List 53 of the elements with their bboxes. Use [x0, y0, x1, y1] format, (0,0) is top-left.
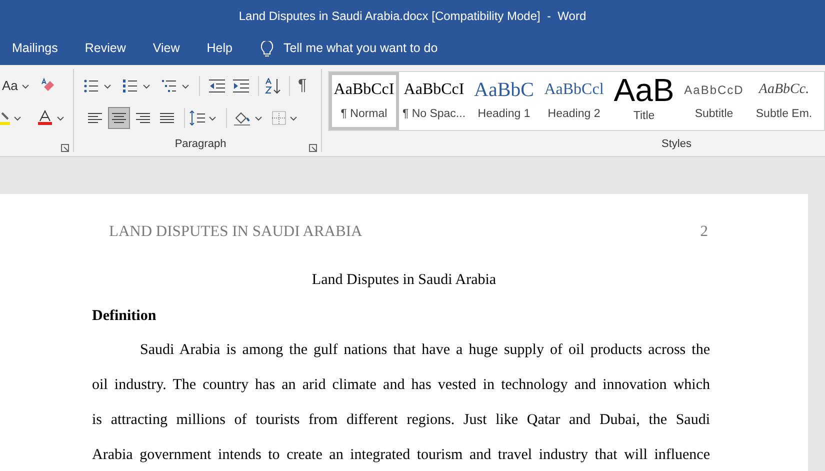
style-item[interactable]: AaBbCcI ¶ Normal [329, 72, 399, 130]
paragraph-line: oil industry. The country has an arid climate and has vested in technology and innovation which [92, 377, 710, 396]
style-item[interactable]: AaBbCcD Subtitle [679, 72, 749, 130]
align-lines-icon [112, 112, 126, 124]
increase-indent-icon[interactable] [233, 79, 249, 93]
dropdown-caret-icon[interactable] [255, 116, 262, 120]
dropdown-caret-icon[interactable] [143, 84, 150, 88]
dropdown-caret-icon[interactable] [182, 84, 189, 88]
align-lines-icon [136, 112, 150, 124]
shading-bucket-icon[interactable] [233, 110, 251, 126]
sort-icon[interactable] [265, 78, 281, 94]
decrease-indent-icon[interactable] [209, 79, 225, 93]
eraser-icon[interactable] [40, 78, 57, 94]
tell-me-search[interactable]: Tell me what you want to do [283, 39, 438, 58]
paragraph-line: Saudi Arabia is among the gulf nations that have a huge supply of oil products across the [139, 342, 710, 360]
paragraph-line: is attracting millions of tourists from different regions. Just like Qatar and Dubai, the Saudi [92, 412, 710, 430]
align-lines-icon [88, 112, 102, 124]
dropdown-caret-icon[interactable] [290, 116, 297, 120]
document-title: Land Disputes in Saudi Arabia [312, 272, 496, 288]
show-formatting-button[interactable]: ¶ [298, 74, 307, 98]
ribbon-tab[interactable]: Review [84, 39, 126, 58]
align-lines-icon [160, 112, 174, 124]
lightbulb-icon [261, 40, 274, 56]
dialog-launcher-icon[interactable] [61, 144, 69, 152]
numbering-icon[interactable] [123, 79, 137, 93]
dropdown-caret-icon[interactable] [209, 116, 216, 120]
style-item[interactable]: AaBbCcI ¶ No Spac... [399, 72, 469, 130]
highlighter-icon[interactable] [0, 111, 10, 125]
style-item[interactable]: AaBbC Heading 1 [469, 72, 539, 130]
dropdown-caret-icon[interactable] [57, 116, 64, 120]
section-heading: Definition [92, 308, 156, 324]
dropdown-caret-icon[interactable] [104, 84, 111, 88]
ribbon-tab[interactable]: View [152, 39, 180, 58]
group-label: Styles [662, 136, 692, 152]
style-item[interactable]: AaBbCc. Subtle Em. [749, 72, 819, 130]
align-center-button[interactable] [108, 107, 130, 129]
window-title: Land Disputes in Saudi Arabia.docx [Compatibility Mode] - Word [238, 8, 586, 25]
line-spacing-icon[interactable] [189, 110, 205, 126]
font-color-icon[interactable] [37, 110, 53, 126]
dropdown-caret-icon[interactable] [14, 116, 21, 120]
ribbon-tab[interactable]: Help [206, 39, 232, 58]
page-number: 2 [700, 222, 708, 242]
bullets-icon[interactable] [84, 79, 98, 93]
style-item[interactable]: AaBbCcl Heading 2 [539, 72, 609, 130]
dialog-launcher-icon[interactable] [309, 144, 317, 152]
dropdown-caret-icon[interactable] [22, 84, 29, 88]
multilevel-list-icon[interactable] [162, 79, 176, 93]
paragraph-line: Arabia government intends to create an integrated tourism and travel industry that will influence [92, 447, 710, 466]
group-label: Paragraph [174, 136, 226, 152]
change-case-button[interactable]: Aa [2, 76, 18, 96]
style-item[interactable]: AaB Title [609, 72, 679, 130]
running-head: LAND DISPUTES IN SAUDI ARABIA [109, 222, 362, 242]
ribbon-tab[interactable]: Mailings [12, 39, 58, 58]
